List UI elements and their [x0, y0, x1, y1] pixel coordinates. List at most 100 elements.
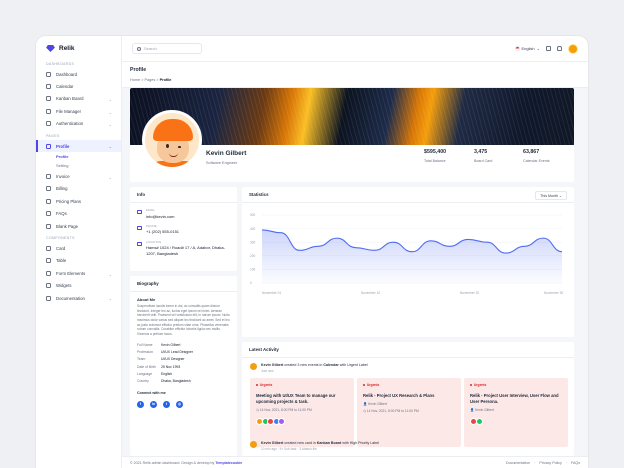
search-input[interactable]: Search: [144, 46, 157, 51]
info-value: Hams# 1024 / Road# 17 / A, Adabor, Dhaka…: [146, 245, 225, 256]
stat-value: 63,867: [523, 149, 540, 155]
sidebar-nav: Dashboards Dashboard Calendar Kanban Board ⌄…: [36, 58, 121, 304]
chevron-down-icon: ⌄: [108, 122, 112, 128]
sidebar-item-table[interactable]: Table: [36, 255, 121, 267]
task-date-text: 14 Nov, 2021, 8:00 PM to 11:00 PM: [259, 407, 312, 412]
grid-icon[interactable]: [546, 46, 551, 51]
social-links: f in t ◎: [130, 397, 237, 412]
x-tick-label: November 30: [544, 291, 563, 295]
period-dropdown[interactable]: This Month ⌄: [535, 191, 567, 200]
copyright: © 2021 Relik admin dashboard. Design & d…: [130, 461, 242, 465]
documentation-link[interactable]: Documentation: [506, 461, 530, 465]
stat-label: Calendar Events: [523, 159, 550, 163]
twitter-icon[interactable]: t: [163, 400, 170, 408]
assignee-avatars: [470, 417, 562, 425]
sidebar-item-form-elements[interactable]: Form Elements ⌄: [36, 267, 121, 279]
sidebar-item-card[interactable]: Card: [36, 242, 121, 254]
sidebar-item-invoice[interactable]: Invoice ⌄: [36, 170, 121, 182]
folder-icon: [46, 108, 51, 114]
search-box[interactable]: Search: [132, 43, 202, 54]
sidebar-item-label: Dashboard: [56, 71, 78, 77]
activity-target[interactable]: Calendar: [323, 363, 338, 367]
sidebar-item-label: Documentation: [56, 295, 85, 301]
info-text: Email info@kevin.com: [146, 208, 175, 219]
sidebar-item-blank-page[interactable]: Blank Page: [36, 220, 121, 232]
sidebar-item-label: Card: [56, 245, 66, 251]
detail-row: Full Name Kevin Gilbert: [130, 341, 237, 348]
about-heading: About Me: [137, 297, 156, 302]
sidebar-subitem[interactable]: Profile: [36, 152, 121, 161]
language-selector[interactable]: English ⌄: [514, 46, 540, 51]
chevron-down-icon: ⌄: [108, 174, 112, 180]
sidebar-item-calendar[interactable]: Calendar: [36, 80, 121, 92]
facebook-icon[interactable]: f: [137, 400, 144, 408]
sidebar-item-profile[interactable]: Profile ⌄: [36, 139, 121, 153]
task-card[interactable]: Urgents Relik - Project User Interview, U…: [464, 378, 568, 447]
sidebar-item-pricing-plans[interactable]: Pricing Plans: [36, 195, 121, 207]
task-person: 👤 Kevin Gilbert: [470, 408, 562, 412]
brand-logo[interactable]: Relik: [36, 36, 121, 58]
sidebar-item-billing[interactable]: Billing: [36, 183, 121, 195]
user-avatar[interactable]: [568, 43, 578, 54]
sidebar-subitem[interactable]: Setting: [36, 161, 121, 170]
breadcrumb-pages[interactable]: Pages: [144, 78, 155, 82]
stat-value: 3,475: [474, 149, 488, 155]
info-row: Phone +1 (202) 555-0151: [130, 219, 237, 235]
sidebar-item-authentication[interactable]: Authentication ⌄: [36, 118, 121, 130]
sidebar-item-kanban-board[interactable]: Kanban Board ⌄: [36, 93, 121, 105]
page-icon: [46, 223, 51, 229]
chevron-down-icon: ⌄: [108, 109, 112, 115]
sidebar-item-label: File Manager: [56, 108, 82, 114]
info-label: Phone: [146, 223, 157, 228]
linkedin-icon[interactable]: in: [150, 400, 157, 408]
billing-icon: [46, 186, 51, 192]
info-row: Email info@kevin.com: [130, 203, 237, 219]
faqs-link[interactable]: FAQs: [571, 461, 580, 465]
activity-user[interactable]: Kevin Gilbert: [261, 441, 283, 445]
mail-icon: [137, 210, 142, 214]
chevron-down-icon: ⌄: [108, 271, 112, 277]
stat-value: $595,400: [424, 149, 447, 155]
sidebar-item-label: Calendar: [56, 84, 74, 90]
sidebar-item-faqs[interactable]: FAQs: [36, 208, 121, 220]
nav-section-title: Dashboards: [46, 62, 75, 66]
task-title: Relik - Project UX Research & Plans: [363, 393, 435, 398]
task-person-name: Kevin Gilbert: [475, 407, 494, 412]
x-tick-label: November 10: [361, 291, 380, 295]
period-label: This Month: [540, 193, 558, 198]
biography-card: Biography About Me Suspendisse iaculis l…: [130, 276, 237, 456]
sidebar-item-widgets[interactable]: Widgets: [36, 279, 121, 291]
language-label: English: [521, 46, 535, 51]
about-text: Suspendisse iaculis lorem in dui, ac con…: [137, 304, 230, 336]
assignee-avatars: [256, 417, 348, 425]
breadcrumb-home[interactable]: Home: [130, 78, 140, 82]
chevron-down-icon: ⌄: [558, 193, 562, 198]
sidebar-item-file-manager[interactable]: File Manager ⌄: [36, 105, 121, 117]
detail-value: UI/UX Lead Designer: [161, 350, 194, 355]
invoice-icon: [46, 174, 51, 180]
detail-key: Language: [137, 371, 153, 376]
pricing-icon: [46, 198, 51, 204]
brand-link[interactable]: Templatecookie: [215, 461, 242, 465]
sidebar-item-label: Widgets: [56, 283, 72, 289]
sidebar-item-dashboard[interactable]: Dashboard: [36, 68, 121, 80]
privacy-policy-link[interactable]: Privacy Policy: [539, 461, 561, 465]
stat-label: Board Card: [474, 159, 493, 163]
lock-icon: [46, 121, 51, 127]
faq-icon: [46, 211, 51, 217]
activity-user[interactable]: Kevin Gilbert: [261, 363, 283, 367]
stat-total-balance: $595,400 Total Balance: [424, 149, 446, 163]
phone-icon: [137, 225, 142, 230]
bell-icon[interactable]: [557, 46, 562, 51]
activity-target[interactable]: Kanban Board: [317, 441, 342, 445]
search-icon: [137, 46, 141, 51]
form-icon: [46, 270, 51, 276]
instagram-icon[interactable]: ◎: [176, 400, 183, 408]
sidebar-item-documentation[interactable]: Documentation ⌄: [36, 292, 121, 304]
profile-header-card: Kevin Gilbert Software Engineer $595,400…: [130, 88, 574, 182]
chevron-down-icon: ⌄: [108, 144, 112, 150]
bio-details: Full Name Kevin Gilbert Profession UI/UX Le…: [130, 341, 237, 384]
task-date: ◷ 14 Nov, 2021, 8:00 PM to 11:00 PM: [256, 408, 348, 412]
sidebar-item-label: Blank Page: [56, 223, 78, 229]
latest-activity-card: Latest Activity Kevin Gilbert created 3 …: [242, 342, 574, 456]
